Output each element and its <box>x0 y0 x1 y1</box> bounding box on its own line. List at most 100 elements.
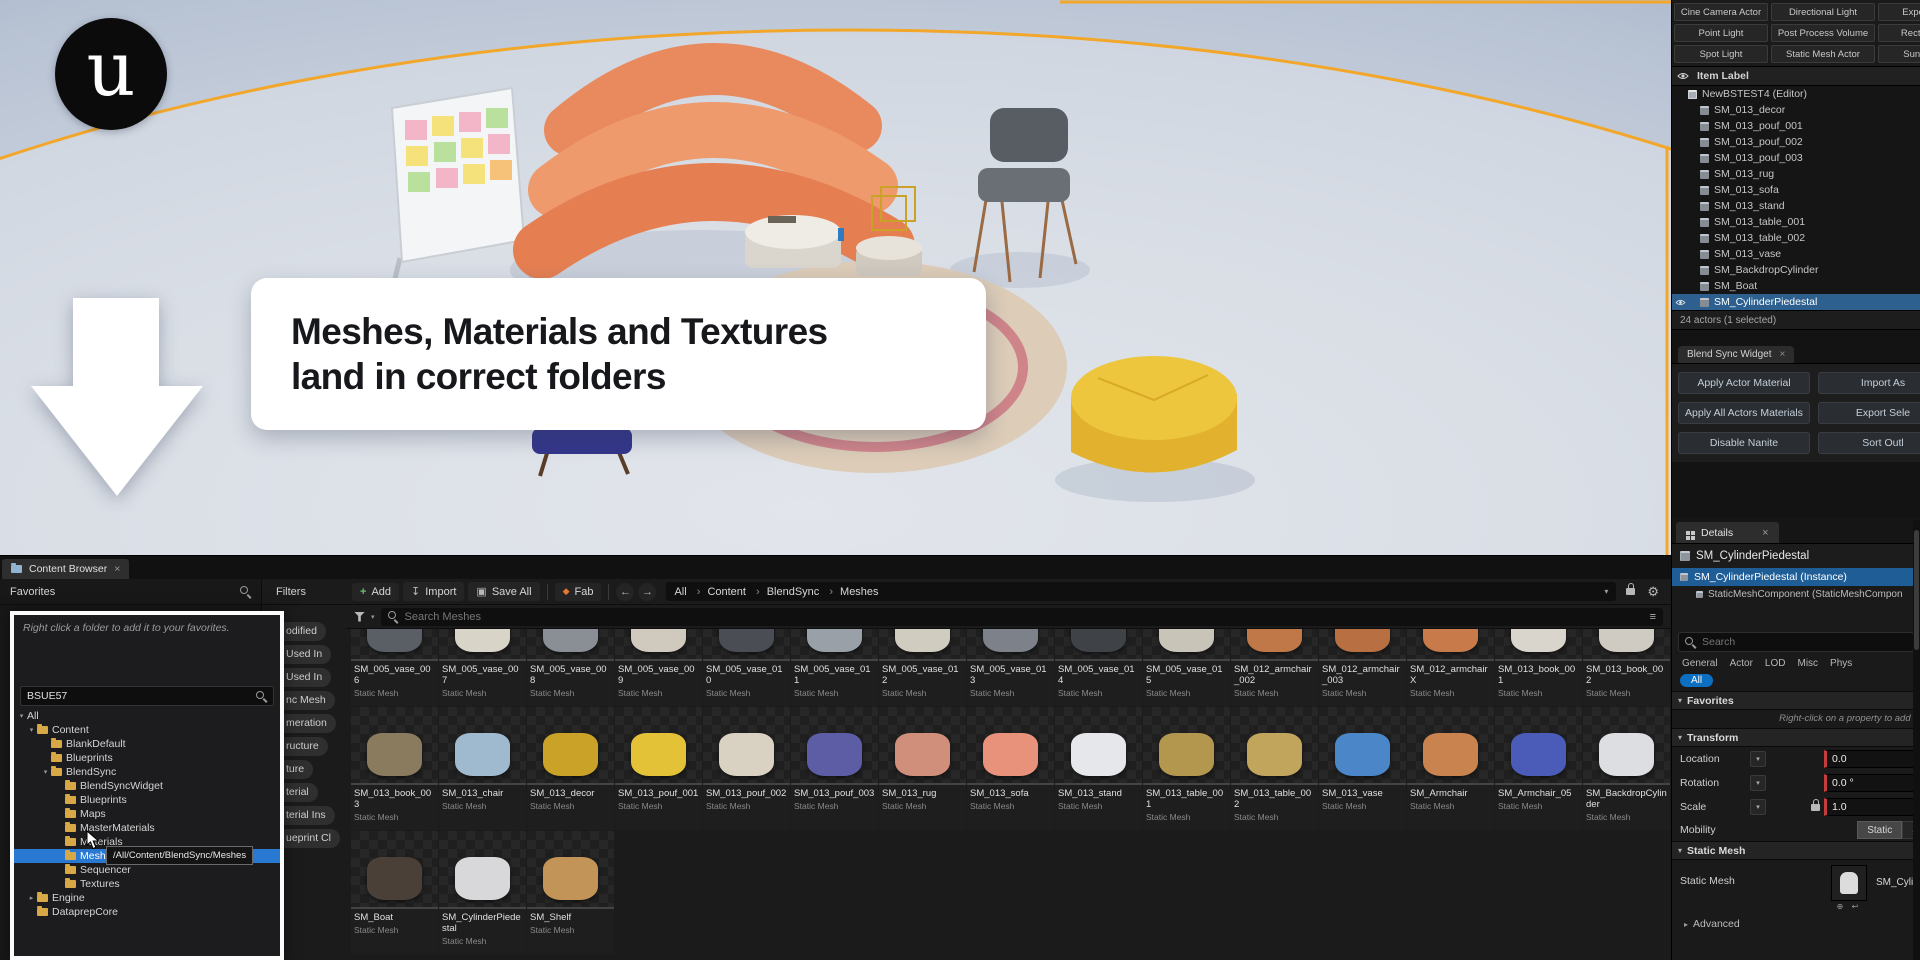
breadcrumb-item[interactable]: › BlendSync <box>749 586 819 598</box>
asset-card[interactable]: SM_005_vase_008 Static Mesh <box>527 629 614 706</box>
visibility-eye-icon[interactable] <box>1677 72 1689 80</box>
chevron-down-icon[interactable]: ▾ <box>1750 751 1766 767</box>
asset-card[interactable]: SM_012_armchairX Static Mesh <box>1407 629 1494 706</box>
details-scrollbar[interactable] <box>1913 520 1920 960</box>
outliner-row[interactable]: SM_013_pouf_002 <box>1672 134 1920 150</box>
folder-tree-row[interactable]: Maps <box>14 807 280 821</box>
asset-card[interactable]: SM_005_vase_012 Static Mesh <box>879 629 966 706</box>
outliner-row[interactable]: SM_013_vase <box>1672 246 1920 262</box>
place-actor-button[interactable]: Static Mesh Actor <box>1771 45 1875 63</box>
asset-card[interactable]: SM_005_vase_009 Static Mesh <box>615 629 702 706</box>
blend-sync-button[interactable]: Export Sele <box>1818 402 1920 424</box>
place-actor-button[interactable]: Directional Light <box>1771 3 1875 21</box>
close-icon[interactable]: × <box>1762 527 1768 539</box>
blend-sync-button[interactable]: Import As <box>1818 372 1920 394</box>
blend-sync-button[interactable]: Apply Actor Material <box>1678 372 1810 394</box>
folder-tree-row[interactable]: ▾ Content <box>14 723 280 737</box>
close-icon[interactable]: × <box>1780 349 1786 360</box>
expander-caret-icon[interactable]: ▾ <box>40 768 51 776</box>
search-icon[interactable] <box>240 586 251 597</box>
asset-card[interactable]: SM_005_vase_010 Static Mesh <box>703 629 790 706</box>
asset-card[interactable]: SM_013_book_001 Static Mesh <box>1495 629 1582 706</box>
favorites-section-header[interactable]: ▾ Favorites <box>1672 691 1920 710</box>
asset-card[interactable]: SM_013_chair Static Mesh <box>439 707 526 830</box>
asset-card[interactable]: SM_005_vase_007 Static Mesh <box>439 629 526 706</box>
details-search[interactable] <box>1678 632 1914 652</box>
content-browser-tab[interactable]: Content Browser × <box>2 559 129 579</box>
place-actor-button[interactable]: Spot Light <box>1674 45 1768 63</box>
advanced-expander[interactable]: ▸ Advanced <box>1672 914 1920 934</box>
asset-card[interactable]: SM_013_sofa Static Mesh <box>967 707 1054 830</box>
breadcrumb-item[interactable]: › Meshes <box>822 586 878 598</box>
blend-sync-button[interactable]: Disable Nanite <box>1678 432 1810 454</box>
outliner-column-header[interactable]: Item Label <box>1697 70 1749 82</box>
lock-icon[interactable] <box>1626 588 1635 595</box>
asset-card[interactable]: SM_013_book_003 Static Mesh <box>351 707 438 830</box>
asset-card[interactable]: SM_013_pouf_001 Static Mesh <box>615 707 702 830</box>
asset-card[interactable]: SM_Armchair Static Mesh <box>1407 707 1494 830</box>
view-options-icon[interactable]: ≡ <box>1650 611 1656 623</box>
asset-card[interactable]: SM_Armchair_05 Static Mesh <box>1495 707 1582 830</box>
folder-tree-row[interactable]: Blueprints <box>14 793 280 807</box>
folder-tree-row[interactable]: Sequencer <box>14 863 280 877</box>
transform-value-field[interactable]: 0.0 <box>1824 750 1920 768</box>
outliner-row[interactable]: SM_BackdropCylinder <box>1672 262 1920 278</box>
asset-card[interactable]: SM_012_armchair_002 Static Mesh <box>1231 629 1318 706</box>
static-mesh-section-header[interactable]: ▾ Static Mesh <box>1672 841 1920 860</box>
place-actor-button[interactable]: Exponen <box>1878 3 1920 21</box>
path-bar[interactable]: › All › Content › <box>666 582 1616 601</box>
import-button[interactable]: ↧ Import <box>403 582 464 601</box>
outliner-row[interactable]: SM_CylinderPiedestal <box>1672 294 1920 310</box>
folder-search[interactable] <box>20 686 274 706</box>
expander-caret-icon[interactable]: ▾ <box>26 726 37 734</box>
asset-card[interactable]: SM_005_vase_015 Static Mesh <box>1143 629 1230 706</box>
asset-tools-icons[interactable]: ⊕ ↩ <box>1831 902 1867 911</box>
folder-tree-row[interactable]: BlendSyncWidget <box>14 779 280 793</box>
asset-card[interactable]: SM_005_vase_011 Static Mesh <box>791 629 878 706</box>
chevron-down-icon[interactable]: ▾ <box>1750 799 1766 815</box>
place-actor-button[interactable]: Point Light <box>1674 24 1768 42</box>
transform-value-field[interactable]: 0.0 ° <box>1824 774 1920 792</box>
outliner-row[interactable]: SM_013_pouf_003 <box>1672 150 1920 166</box>
asset-card[interactable]: SM_013_table_002 Static Mesh <box>1231 707 1318 830</box>
folder-tree-row[interactable]: ▸ Engine <box>14 891 280 905</box>
chevron-down-icon[interactable]: ▾ <box>1604 587 1608 596</box>
gear-icon[interactable]: ⚙ <box>1647 584 1659 600</box>
asset-card[interactable]: SM_013_pouf_002 Static Mesh <box>703 707 790 830</box>
folder-tree-row[interactable]: ▾ BlendSync <box>14 765 280 779</box>
place-actor-button[interactable]: Cine Camera Actor <box>1674 3 1768 21</box>
asset-card[interactable]: SM_005_vase_014 Static Mesh <box>1055 629 1142 706</box>
folder-tree-row[interactable]: ▾ All <box>14 709 280 723</box>
outliner-row[interactable]: SM_Boat <box>1672 278 1920 294</box>
asset-card[interactable]: SM_005_vase_013 Static Mesh <box>967 629 1054 706</box>
asset-search-bar[interactable]: ≡ <box>381 608 1663 626</box>
asset-search-input[interactable] <box>405 611 1644 623</box>
asset-card[interactable]: SM_005_vase_006 Static Mesh <box>351 629 438 706</box>
outliner-row[interactable]: SM_013_rug <box>1672 166 1920 182</box>
close-icon[interactable]: × <box>114 563 120 575</box>
outliner-row[interactable]: SM_013_decor <box>1672 102 1920 118</box>
add-button[interactable]: + Add <box>352 583 399 601</box>
save-all-button[interactable]: ▣ Save All <box>468 582 539 601</box>
chevron-down-icon[interactable]: ▾ <box>371 613 375 621</box>
lock-icon[interactable] <box>1811 804 1820 811</box>
details-category-tab[interactable]: Phys <box>1830 658 1852 669</box>
asset-card[interactable]: SM_013_decor Static Mesh <box>527 707 614 830</box>
details-instance-row[interactable]: SM_CylinderPiedestal (Instance) <box>1672 568 1920 586</box>
visibility-eye-icon[interactable] <box>1672 299 1688 306</box>
breadcrumb-item[interactable]: › Content <box>690 586 746 598</box>
blend-sync-tab[interactable]: Blend Sync Widget × <box>1678 346 1794 363</box>
outliner-row[interactable]: SM_013_table_002 <box>1672 230 1920 246</box>
place-actor-button[interactable]: Sun Sky <box>1878 45 1920 63</box>
fab-button[interactable]: ◆ Fab <box>555 583 602 601</box>
outliner-row[interactable]: SM_013_table_001 <box>1672 214 1920 230</box>
chevron-down-icon[interactable]: ▾ <box>1750 775 1766 791</box>
folder-tree-row[interactable]: BlankDefault <box>14 737 280 751</box>
filter-funnel-icon[interactable] <box>354 612 365 622</box>
transform-value-field[interactable]: 1.0 <box>1824 798 1920 816</box>
asset-card[interactable]: SM_CylinderPiedestal Static Mesh <box>439 831 526 954</box>
outliner-row[interactable]: SM_013_pouf_001 <box>1672 118 1920 134</box>
asset-card[interactable]: SM_013_rug Static Mesh <box>879 707 966 830</box>
outliner-row[interactable]: SM_013_sofa <box>1672 182 1920 198</box>
mobility-option[interactable]: Static <box>1857 821 1902 839</box>
